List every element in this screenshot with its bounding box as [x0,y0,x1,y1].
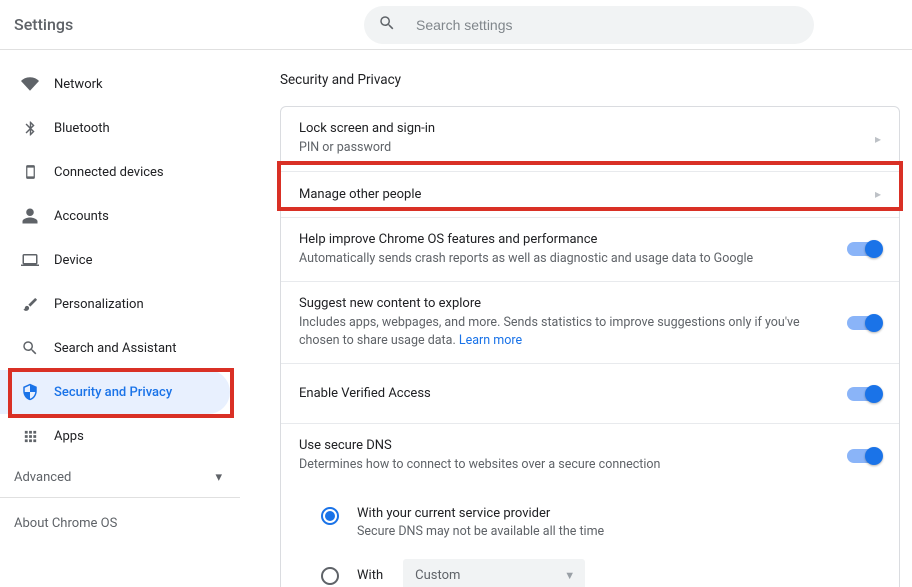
main-content: Security and Privacy Lock screen and sig… [248,50,912,587]
sidebar-item-security-privacy[interactable]: Security and Privacy [0,370,230,414]
row-manage-people[interactable]: Manage other people ▸ [281,172,899,218]
toggle-help-improve[interactable] [847,242,881,256]
sidebar-item-label: Apps [54,429,84,444]
dropdown-value: Custom [415,568,460,583]
row-suggest-content: Suggest new content to explore Includes … [281,282,899,364]
section-title: Security and Privacy [280,72,900,88]
sidebar-item-search-assistant[interactable]: Search and Assistant [0,326,230,370]
person-icon [20,207,40,225]
radio-custom[interactable] [321,567,339,585]
chevron-down-icon: ▼ [564,569,575,582]
search-icon [378,14,396,36]
shield-icon [20,383,40,401]
sidebar-item-network[interactable]: Network [0,62,230,106]
sidebar-item-device[interactable]: Device [0,238,230,282]
sidebar-item-label: Accounts [54,209,109,224]
sidebar-item-label: Bluetooth [54,121,110,136]
page-title: Settings [14,15,364,34]
sidebar-item-accounts[interactable]: Accounts [0,194,230,238]
row-subtitle: PIN or password [299,139,867,157]
header: Settings [0,0,912,50]
sidebar-item-label: Connected devices [54,165,164,180]
row-title: Manage other people [299,187,867,202]
sidebar-advanced[interactable]: Advanced ▾ [0,458,240,498]
toggle-verified-access[interactable] [847,387,881,401]
option-title: With your current service provider [357,506,604,521]
row-title: Help improve Chrome OS features and perf… [299,232,837,247]
sidebar-item-label: Network [54,77,103,92]
sidebar-item-label: Search and Assistant [54,341,177,356]
learn-more-link[interactable]: Learn more [459,333,522,348]
dns-provider-dropdown[interactable]: Custom ▼ [403,559,585,587]
chevron-down-icon: ▾ [215,470,222,485]
row-subtitle: Includes apps, webpages, and more. Sends… [299,314,837,349]
apps-icon [20,428,40,445]
toggle-suggest-content[interactable] [847,316,881,330]
laptop-icon [20,251,40,269]
row-title: Enable Verified Access [299,386,837,401]
about-label: About Chrome OS [14,516,117,531]
row-verified-access: Enable Verified Access [281,364,899,424]
sidebar-item-personalization[interactable]: Personalization [0,282,230,326]
dns-option-current-provider[interactable]: With your current service provider Secur… [321,496,881,549]
sidebar-item-label: Device [54,253,93,268]
search-bar[interactable] [364,6,814,44]
row-help-improve: Help improve Chrome OS features and perf… [281,218,899,283]
secure-dns-options: With your current service provider Secur… [281,488,899,587]
sidebar-item-connected-devices[interactable]: Connected devices [0,150,230,194]
option-prefix: With [357,568,383,583]
brush-icon [20,296,40,313]
row-title: Suggest new content to explore [299,296,837,311]
phone-icon [20,163,40,181]
settings-card: Lock screen and sign-in PIN or password … [280,106,900,587]
sidebar-item-bluetooth[interactable]: Bluetooth [0,106,230,150]
dns-option-custom[interactable]: With Custom ▼ [321,549,881,587]
row-subtitle: Automatically sends crash reports as wel… [299,250,837,268]
sidebar-item-apps[interactable]: Apps [0,414,230,458]
sidebar-item-label: Personalization [54,297,144,312]
wifi-icon [20,75,40,93]
radio-current-provider[interactable] [321,507,339,525]
row-subtitle: Determines how to connect to websites ov… [299,456,837,474]
toggle-secure-dns[interactable] [847,449,881,463]
advanced-label: Advanced [14,470,71,485]
row-title: Lock screen and sign-in [299,121,867,136]
search-icon [20,339,40,357]
chevron-right-icon: ▸ [875,132,881,146]
row-lock-screen[interactable]: Lock screen and sign-in PIN or password … [281,107,899,172]
row-secure-dns-header: Use secure DNS Determines how to connect… [281,424,899,488]
sidebar-about[interactable]: About Chrome OS [0,498,248,549]
row-title: Use secure DNS [299,438,837,453]
sidebar: Network Bluetooth Connected devices Acco… [0,50,248,587]
search-input[interactable] [414,16,800,34]
chevron-right-icon: ▸ [875,187,881,201]
sidebar-item-label: Security and Privacy [54,385,172,400]
option-subtitle: Secure DNS may not be available all the … [357,524,604,539]
bluetooth-icon [20,120,40,137]
